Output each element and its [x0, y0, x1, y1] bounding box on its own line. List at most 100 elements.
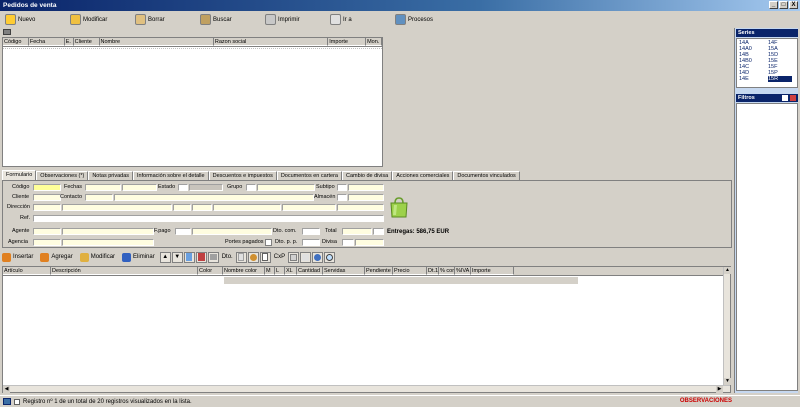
move-down-button[interactable]: ▼ [171, 251, 183, 263]
fpago-field[interactable] [175, 228, 191, 235]
divisa-label: Divisa [322, 239, 337, 245]
lines-horizontal-scrollbar[interactable]: ◀ ▶ [3, 385, 730, 393]
tab-0[interactable]: Formulario [2, 170, 37, 180]
direccion-line-field[interactable] [62, 204, 172, 211]
cxp-button[interactable]: CxP [272, 251, 287, 263]
fecha-from-field[interactable] [85, 184, 121, 191]
arrow-down-icon: ▼ [174, 254, 181, 260]
edit-icon [79, 252, 89, 262]
toolbar-label: Procesos [408, 16, 434, 23]
direccion-field[interactable] [33, 204, 61, 211]
scroll-down-icon[interactable]: ▼ [724, 378, 731, 385]
tab-1[interactable]: Observaciones (*) [36, 171, 89, 180]
document-button[interactable] [183, 251, 195, 263]
eliminar-button[interactable]: Eliminar [120, 251, 157, 263]
dtocom-field[interactable] [302, 228, 320, 235]
column-header: Artículo [3, 267, 51, 275]
cp-field[interactable] [173, 204, 191, 211]
dtopp-label: Dto. p. p. [275, 239, 298, 245]
observaciones-indicator[interactable]: OBSERVACIONES [680, 398, 732, 404]
codigo-field[interactable] [33, 184, 61, 191]
agente-field[interactable] [33, 228, 61, 235]
toolbar-button-modificar[interactable]: Modificar [67, 13, 130, 27]
agencia-field[interactable] [33, 239, 61, 246]
print-lines-button[interactable] [207, 251, 219, 263]
copy-button[interactable] [259, 251, 271, 263]
maximize-button[interactable]: □ [779, 1, 788, 9]
agente-desc-field [62, 228, 154, 235]
fecha-to-field[interactable] [122, 184, 157, 191]
cliente-field[interactable] [33, 194, 61, 201]
insertar-button[interactable]: Insertar [0, 251, 35, 263]
toolbar-button-ir-a[interactable]: Ir a [327, 13, 390, 27]
agregar-button[interactable]: Agregar [38, 251, 74, 263]
fpago-label: F.pago [154, 228, 171, 234]
provincia-field[interactable] [213, 204, 281, 211]
tab-2[interactable]: Notas privadas [88, 171, 134, 180]
grupo-desc-field [257, 184, 315, 191]
entregas-total: Entregas: 586,75 EUR [387, 229, 450, 235]
poblacion-field[interactable] [192, 204, 212, 211]
agencia-desc-field [62, 239, 154, 246]
filter-clear-icon[interactable] [790, 95, 796, 101]
toolbar-button-procesos[interactable]: Procesos [392, 13, 455, 27]
tools-button[interactable] [247, 251, 259, 263]
telefono-field[interactable] [337, 204, 384, 211]
toolbar-button-nuevo[interactable]: Nuevo [2, 13, 65, 27]
tab-4[interactable]: Descuentos e impuestos [208, 171, 277, 180]
column-header: Color [198, 267, 223, 275]
minimize-button[interactable]: _ [769, 1, 778, 9]
side-panel: Series 14A 14A0 14B 14B0 14C 14D 14E 14F 15A 15D… [734, 28, 798, 393]
subtipo-field[interactable] [337, 184, 347, 191]
toolbar-button-borrar[interactable]: Borrar [132, 13, 195, 27]
total-currency-field [373, 228, 384, 235]
column-header: Importe [328, 38, 367, 46]
move-up-button[interactable]: ▲ [159, 251, 171, 263]
order-form: Código Fechas Estado Grupo Subtipo Clien… [2, 180, 732, 248]
grupo-field[interactable] [246, 184, 256, 191]
find-button[interactable] [324, 251, 336, 263]
estado-field[interactable] [178, 184, 188, 191]
dto-button[interactable]: Dto. [220, 251, 235, 263]
divisa-field[interactable] [342, 239, 354, 246]
close-button[interactable]: X [789, 1, 798, 9]
tab-5[interactable]: Documentos en cartera [276, 171, 342, 180]
series-item[interactable]: 15R [768, 76, 793, 82]
ref-field[interactable] [33, 215, 384, 222]
almacen-field[interactable] [337, 194, 347, 201]
almacen-desc-field [348, 194, 384, 201]
toolbar-button-imprimir[interactable]: Imprimir [262, 13, 325, 27]
toolbar-button-buscar[interactable]: Buscar [197, 13, 260, 27]
scroll-right-icon[interactable]: ▶ [716, 386, 723, 393]
tab-6[interactable]: Cambio de divisa [342, 171, 393, 180]
modificar-linea-button[interactable]: Modificar [78, 251, 117, 263]
list-button[interactable] [288, 251, 300, 263]
lines-grid[interactable]: Artículo Descripción Color Nombre color M L XL… [2, 266, 731, 393]
portes-checkbox[interactable] [265, 239, 272, 246]
pais-field[interactable] [282, 204, 336, 211]
orders-grid[interactable]: Código Fecha E. Cliente Nombre Razon social Im… [2, 37, 383, 167]
dtopp-field[interactable] [302, 239, 320, 246]
scroll-left-icon[interactable]: ◀ [3, 386, 10, 393]
filtros-list[interactable] [736, 103, 798, 391]
lines-toolbar: Insertar Agregar Modificar Eliminar ▲ ▼ … [0, 250, 734, 264]
tab-3[interactable]: Información sobre el detalle [133, 171, 209, 180]
series-item[interactable]: 14E [739, 76, 752, 82]
book-button[interactable] [195, 251, 207, 263]
column-header: Servidas [323, 267, 365, 275]
sort-button[interactable] [300, 251, 312, 263]
series-list[interactable]: 14A 14A0 14B 14B0 14C 14D 14E 14F 15A 15D 15E 15F 1… [736, 38, 798, 88]
user-button[interactable] [312, 251, 324, 263]
calc-button[interactable] [235, 251, 247, 263]
scroll-up-icon[interactable]: ▲ [724, 267, 731, 274]
total-field [342, 228, 372, 235]
calculator-icon [238, 253, 245, 261]
lines-vertical-scrollbar[interactable]: ▲ ▼ [723, 267, 731, 392]
main-toolbar: Nuevo Modificar Borrar Buscar Imprimir Ir a Pr… [0, 11, 734, 28]
grid-options-icon[interactable] [3, 29, 11, 35]
tab-7[interactable]: Acciones comerciales [392, 171, 454, 180]
contacto-field[interactable] [85, 194, 113, 201]
tab-8[interactable]: Documentos vinculados [453, 171, 520, 180]
portes-label: Portes pagados [225, 239, 264, 245]
filter-options-icon[interactable] [782, 95, 788, 101]
